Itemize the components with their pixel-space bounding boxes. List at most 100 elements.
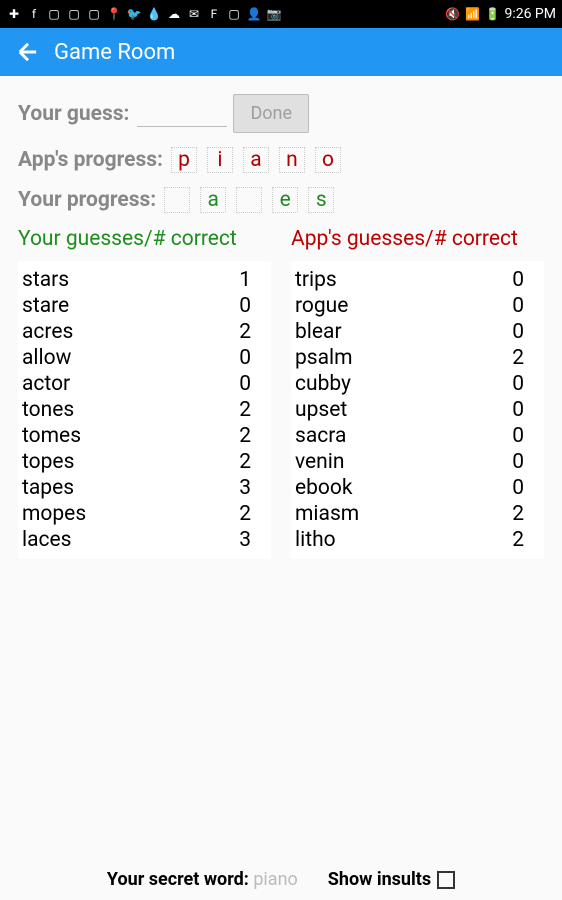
guess-row: upset 0 (291, 397, 544, 423)
calendar-icon: ▢ (66, 6, 82, 22)
guess-row: rogue 0 (291, 293, 544, 319)
bottom-bar: Your secret word: piano Show insults (0, 869, 562, 890)
clock-text: 9:26 PM (504, 6, 556, 22)
main-content: Your guess: Done App's progress: p i a n… (0, 76, 562, 577)
calendar-icon: ▢ (46, 6, 62, 22)
letter-slot (164, 187, 190, 213)
guess-count: 2 (239, 450, 251, 474)
your-guesses-header: Your guesses/# correct (18, 227, 271, 261)
secret-word-section: Your secret word: piano (107, 869, 298, 890)
guess-word: blear (295, 320, 342, 344)
guess-count: 2 (512, 346, 524, 370)
guess-word: laces (22, 528, 72, 552)
app-guesses-column: App's guesses/# correct trips0rogue0blea… (291, 227, 544, 559)
letter-slot (236, 187, 262, 213)
facebook-icon: f (26, 6, 42, 22)
guess-count: 2 (239, 502, 251, 526)
twitter-icon: 🐦 (126, 6, 142, 22)
show-insults-section: Show insults (328, 869, 455, 890)
guess-row: tapes3 (18, 475, 271, 501)
status-right-icons: 🔇 📶 🔋 9:26 PM (444, 6, 556, 22)
letter-slot: p (171, 147, 197, 173)
back-button[interactable] (10, 34, 46, 70)
guess-word: rogue (295, 294, 348, 318)
show-insults-checkbox[interactable] (437, 871, 455, 889)
done-button[interactable]: Done (233, 94, 309, 133)
page-title: Game Room (54, 40, 175, 65)
guess-count: 0 (512, 372, 524, 396)
your-progress-slots: a e s (164, 187, 334, 213)
app-progress-label: App's progress: (18, 148, 163, 172)
tables-container: Your guesses/# correct stars1stare0acres… (18, 227, 544, 559)
guess-word: tapes (22, 476, 74, 500)
secret-word-value: piano (253, 869, 297, 890)
guess-row: miasm 2 (291, 501, 544, 527)
guess-count: 0 (512, 476, 524, 500)
guess-row: Your guess: Done (18, 94, 544, 133)
your-progress-label: Your progress: (18, 188, 156, 212)
guess-word: acres (22, 320, 73, 344)
guess-count: 2 (512, 528, 524, 552)
guess-count: 0 (512, 450, 524, 474)
guess-count: 0 (512, 294, 524, 318)
guess-row: mopes 2 (18, 501, 271, 527)
your-guesses-column: Your guesses/# correct stars1stare0acres… (18, 227, 271, 559)
guess-row: acres 2 (18, 319, 271, 345)
battery-icon: 🔋 (484, 6, 500, 22)
guess-row: tones2 (18, 397, 271, 423)
guess-row: blear 0 (291, 319, 544, 345)
guess-row: ebook 0 (291, 475, 544, 501)
guess-count: 2 (239, 320, 251, 344)
letter-slot: n (279, 147, 305, 173)
your-guesses-list: stars1stare0acres2allow0actor0tones2tome… (18, 261, 271, 559)
guess-row: sacra 0 (291, 423, 544, 449)
app-guesses-list: trips0rogue0blear0psalm2cubby0upset0sacr… (291, 261, 544, 559)
letter-slot: s (308, 187, 334, 213)
guess-input[interactable] (137, 101, 227, 127)
show-insults-label: Show insults (328, 869, 431, 890)
status-bar: ✚ f ▢ ▢ ▢ 📍 🐦 💧 ☁ ✉ F ▢ 👤 📷 🔇 📶 🔋 9:26 P… (0, 0, 562, 28)
guess-word: mopes (22, 502, 86, 526)
guess-row: stare0 (18, 293, 271, 319)
letter-slot: a (243, 147, 269, 173)
guess-count: 0 (512, 398, 524, 422)
guess-row: trips0 (291, 267, 544, 293)
secret-word-label: Your secret word: (107, 869, 249, 890)
chat-icon: ☁ (166, 6, 182, 22)
guess-count: 2 (512, 502, 524, 526)
mail-icon: ✉ (186, 6, 202, 22)
guess-row: psalm 2 (291, 345, 544, 371)
status-left-icons: ✚ f ▢ ▢ ▢ 📍 🐦 💧 ☁ ✉ F ▢ 👤 📷 (6, 6, 282, 22)
guess-count: 0 (239, 346, 251, 370)
app-guesses-header: App's guesses/# correct (291, 227, 544, 261)
guess-word: sacra (295, 424, 346, 448)
guess-count: 1 (239, 268, 251, 292)
letter-slot: i (207, 147, 233, 173)
flipboard-icon: F (206, 6, 222, 22)
guess-word: ebook (295, 476, 353, 500)
letter-slot: o (315, 147, 341, 173)
guess-word: tomes (22, 424, 81, 448)
guess-count: 0 (239, 372, 251, 396)
guess-word: allow (22, 346, 71, 370)
guess-word: actor (22, 372, 70, 396)
guess-label: Your guess: (18, 102, 129, 126)
guess-word: upset (295, 398, 347, 422)
letter-slot: a (200, 187, 226, 213)
guess-row: tomes 2 (18, 423, 271, 449)
guess-word: psalm (295, 346, 353, 370)
guess-count: 0 (512, 320, 524, 344)
app-progress-slots: p i a n o (171, 147, 341, 173)
guess-word: miasm (295, 502, 359, 526)
guess-row: litho 2 (291, 527, 544, 553)
guess-word: cubby (295, 372, 351, 396)
mute-icon: 🔇 (444, 6, 460, 22)
guess-row: actor 0 (18, 371, 271, 397)
guess-count: 2 (239, 424, 251, 448)
guess-word: litho (295, 528, 336, 552)
calendar-icon: ▢ (86, 6, 102, 22)
location-icon: 📍 (106, 6, 122, 22)
drop-icon: 💧 (146, 6, 162, 22)
guess-word: topes (22, 450, 74, 474)
guess-count: 0 (512, 424, 524, 448)
